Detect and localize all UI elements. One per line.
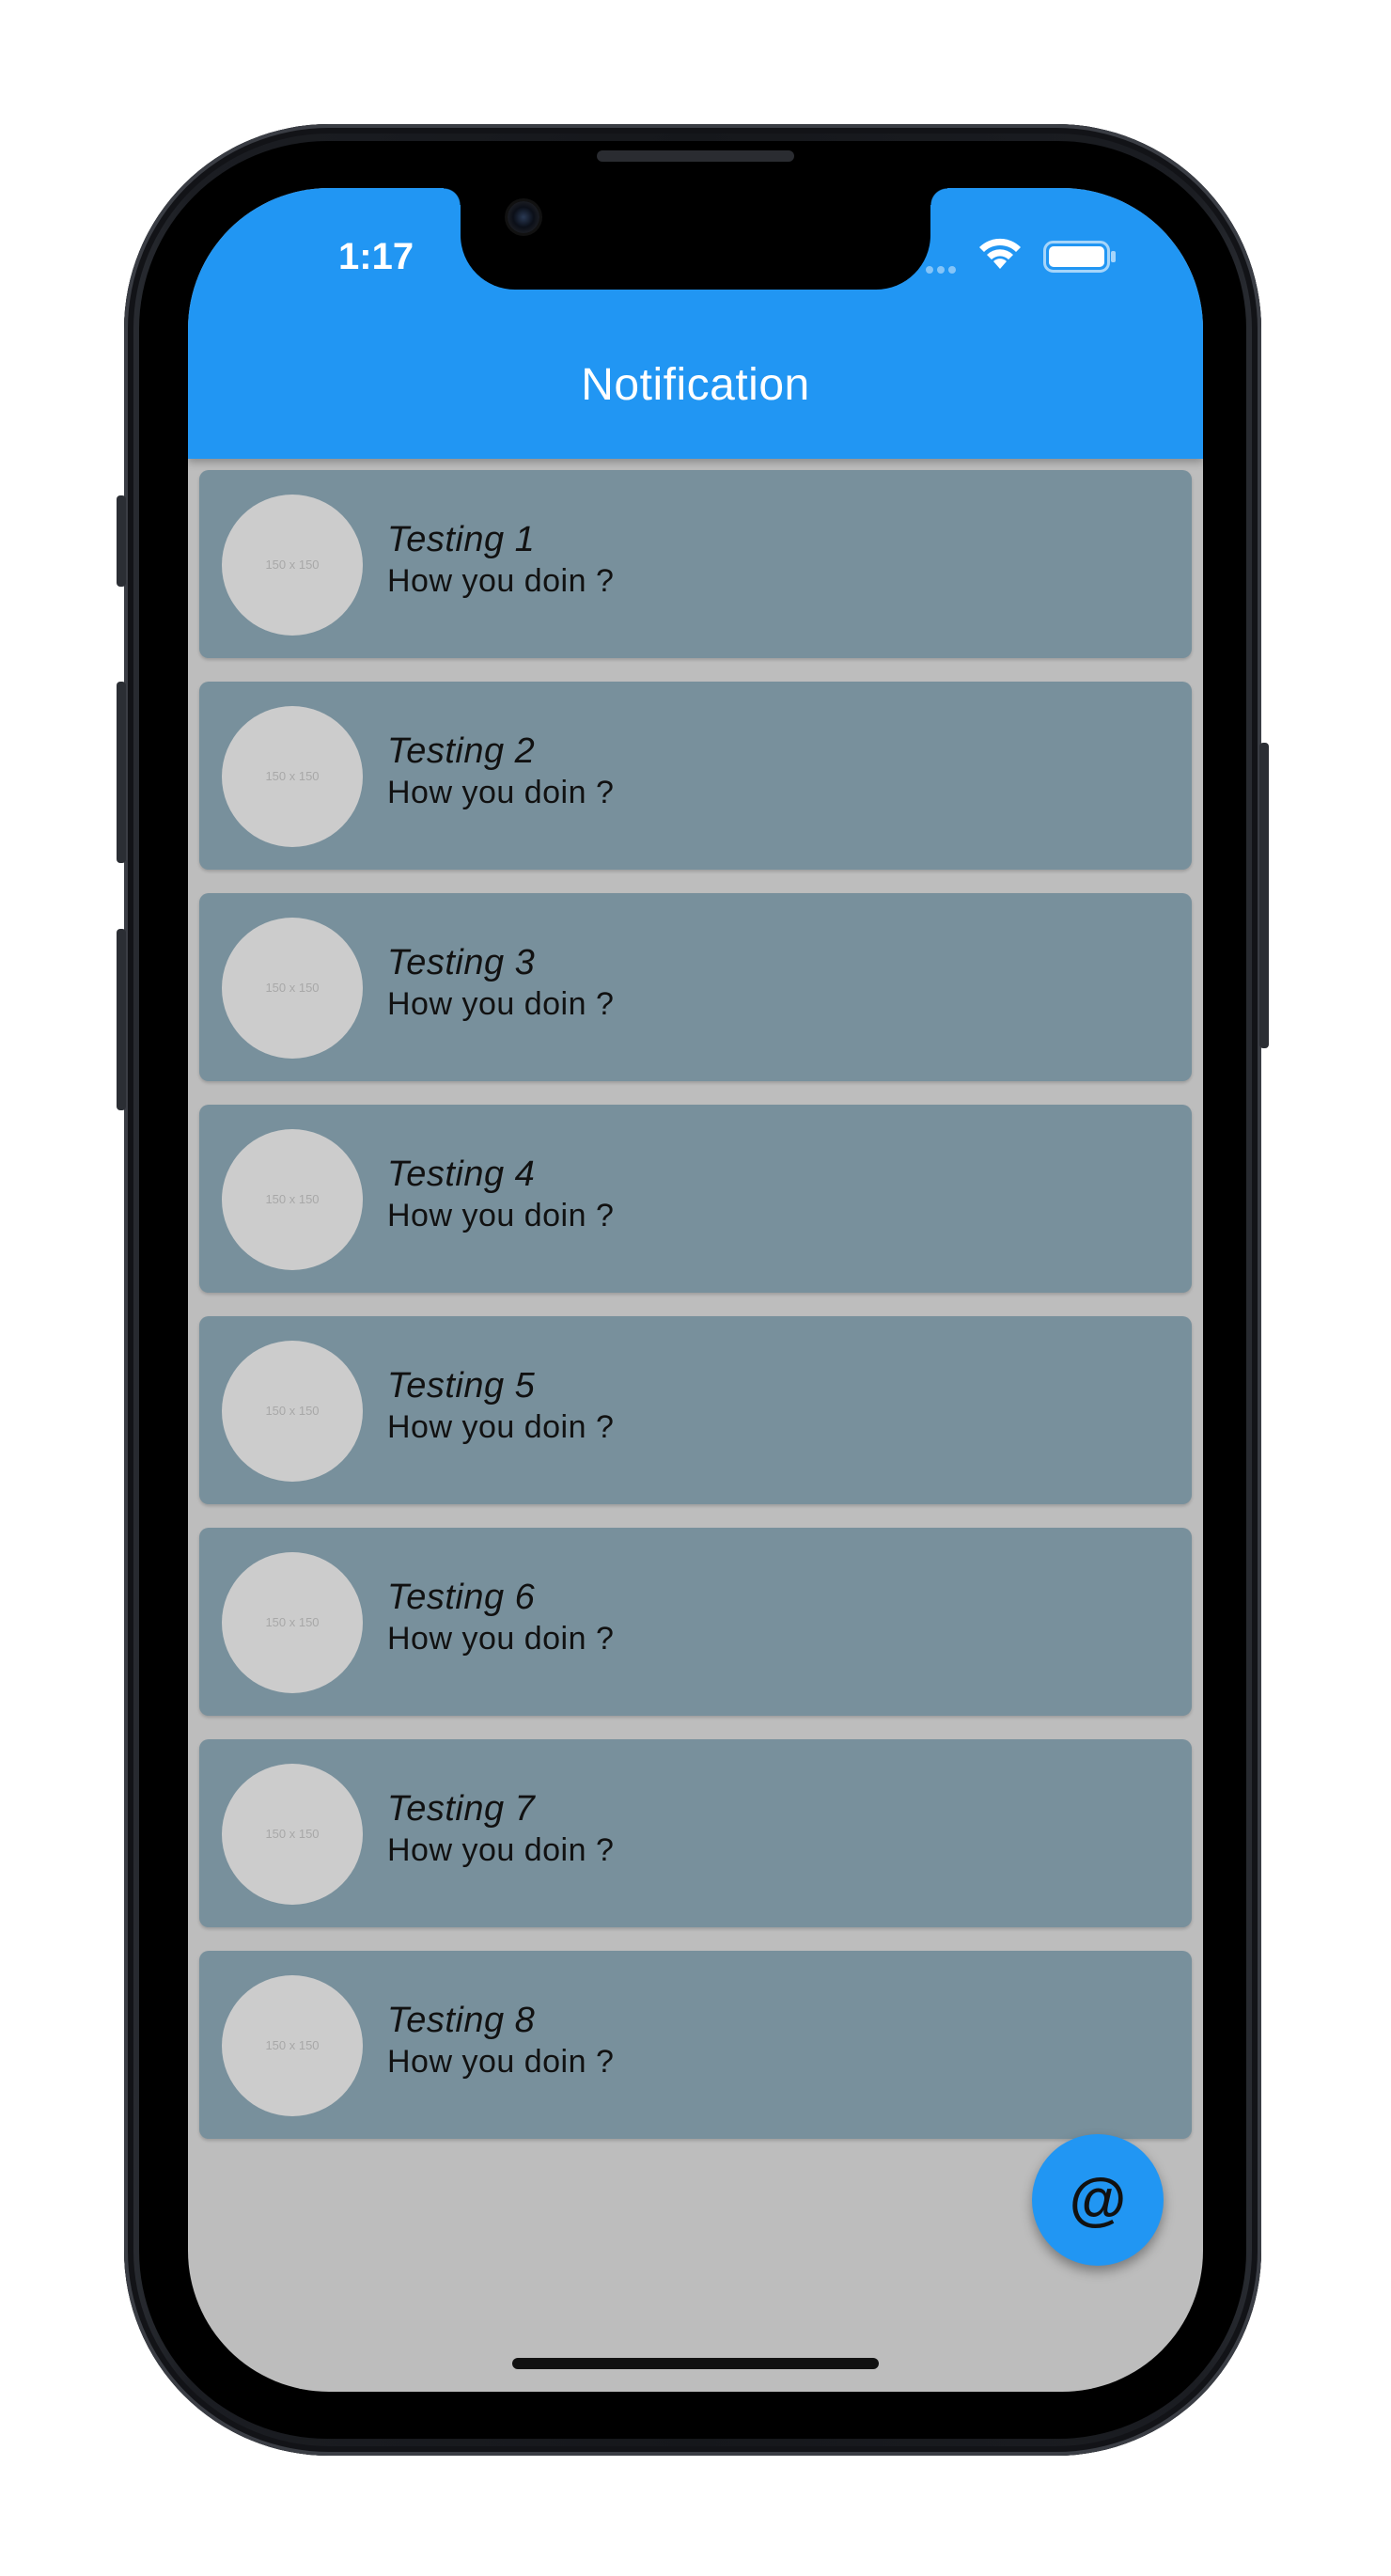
- avatar: 150 x 150: [222, 918, 363, 1059]
- list-item-subtitle: How you doin ?: [387, 775, 615, 810]
- volume-up-button: [117, 682, 126, 863]
- page-title: Notification: [581, 360, 810, 410]
- list-item-subtitle: How you doin ?: [387, 1409, 615, 1445]
- notch: [444, 188, 947, 290]
- screen: 1:17 Notification 150 x 150 Testing 1 Ho…: [188, 188, 1203, 2392]
- list-item-subtitle: How you doin ?: [387, 563, 615, 599]
- list-item-title: Testing 5: [387, 1366, 536, 1406]
- list-item-title: Testing 1: [387, 520, 536, 559]
- avatar: 150 x 150: [222, 495, 363, 636]
- list-item[interactable]: 150 x 150 Testing 4 How you doin ?: [199, 1105, 1192, 1293]
- avatar: 150 x 150: [222, 1129, 363, 1270]
- canvas: 1:17 Notification 150 x 150 Testing 1 Ho…: [0, 0, 1391, 2576]
- list-item[interactable]: 150 x 150 Testing 5 How you doin ?: [199, 1316, 1192, 1504]
- list-item-title: Testing 3: [387, 943, 536, 982]
- list-item-subtitle: How you doin ?: [387, 1621, 615, 1657]
- list-item[interactable]: 150 x 150 Testing 2 How you doin ?: [199, 682, 1192, 870]
- list-item[interactable]: 150 x 150 Testing 1 How you doin ?: [199, 470, 1192, 658]
- silent-switch: [117, 495, 126, 587]
- battery-icon: [1043, 241, 1116, 273]
- at-sign-icon[interactable]: @: [1032, 2134, 1164, 2266]
- signal-dots-icon: [926, 261, 965, 274]
- volume-down-button: [117, 929, 126, 1110]
- list-item-title: Testing 4: [387, 1154, 536, 1194]
- avatar: 150 x 150: [222, 1764, 363, 1905]
- avatar: 150 x 150: [222, 706, 363, 847]
- avatar: 150 x 150: [222, 1552, 363, 1693]
- list-item-title: Testing 2: [387, 731, 536, 771]
- wifi-icon: [979, 238, 1021, 269]
- list-item-title: Testing 6: [387, 1578, 536, 1617]
- list-item-subtitle: How you doin ?: [387, 986, 615, 1022]
- list-item-title: Testing 7: [387, 1789, 536, 1829]
- status-time: 1:17: [338, 236, 414, 277]
- list-item-subtitle: How you doin ?: [387, 1832, 615, 1868]
- power-button: [1259, 743, 1269, 1048]
- home-indicator[interactable]: [512, 2358, 879, 2369]
- avatar: 150 x 150: [222, 1341, 363, 1482]
- list-item[interactable]: 150 x 150 Testing 6 How you doin ?: [199, 1528, 1192, 1716]
- earpiece: [597, 150, 794, 162]
- front-camera: [508, 201, 539, 233]
- avatar: 150 x 150: [222, 1975, 363, 2116]
- list-item[interactable]: 150 x 150 Testing 3 How you doin ?: [199, 893, 1192, 1081]
- list-item[interactable]: 150 x 150 Testing 7 How you doin ?: [199, 1739, 1192, 1927]
- list-item[interactable]: 150 x 150 Testing 8 How you doin ?: [199, 1951, 1192, 2139]
- list-item-title: Testing 8: [387, 2001, 536, 2040]
- list-item-subtitle: How you doin ?: [387, 1198, 615, 1233]
- list-item-subtitle: How you doin ?: [387, 2044, 615, 2080]
